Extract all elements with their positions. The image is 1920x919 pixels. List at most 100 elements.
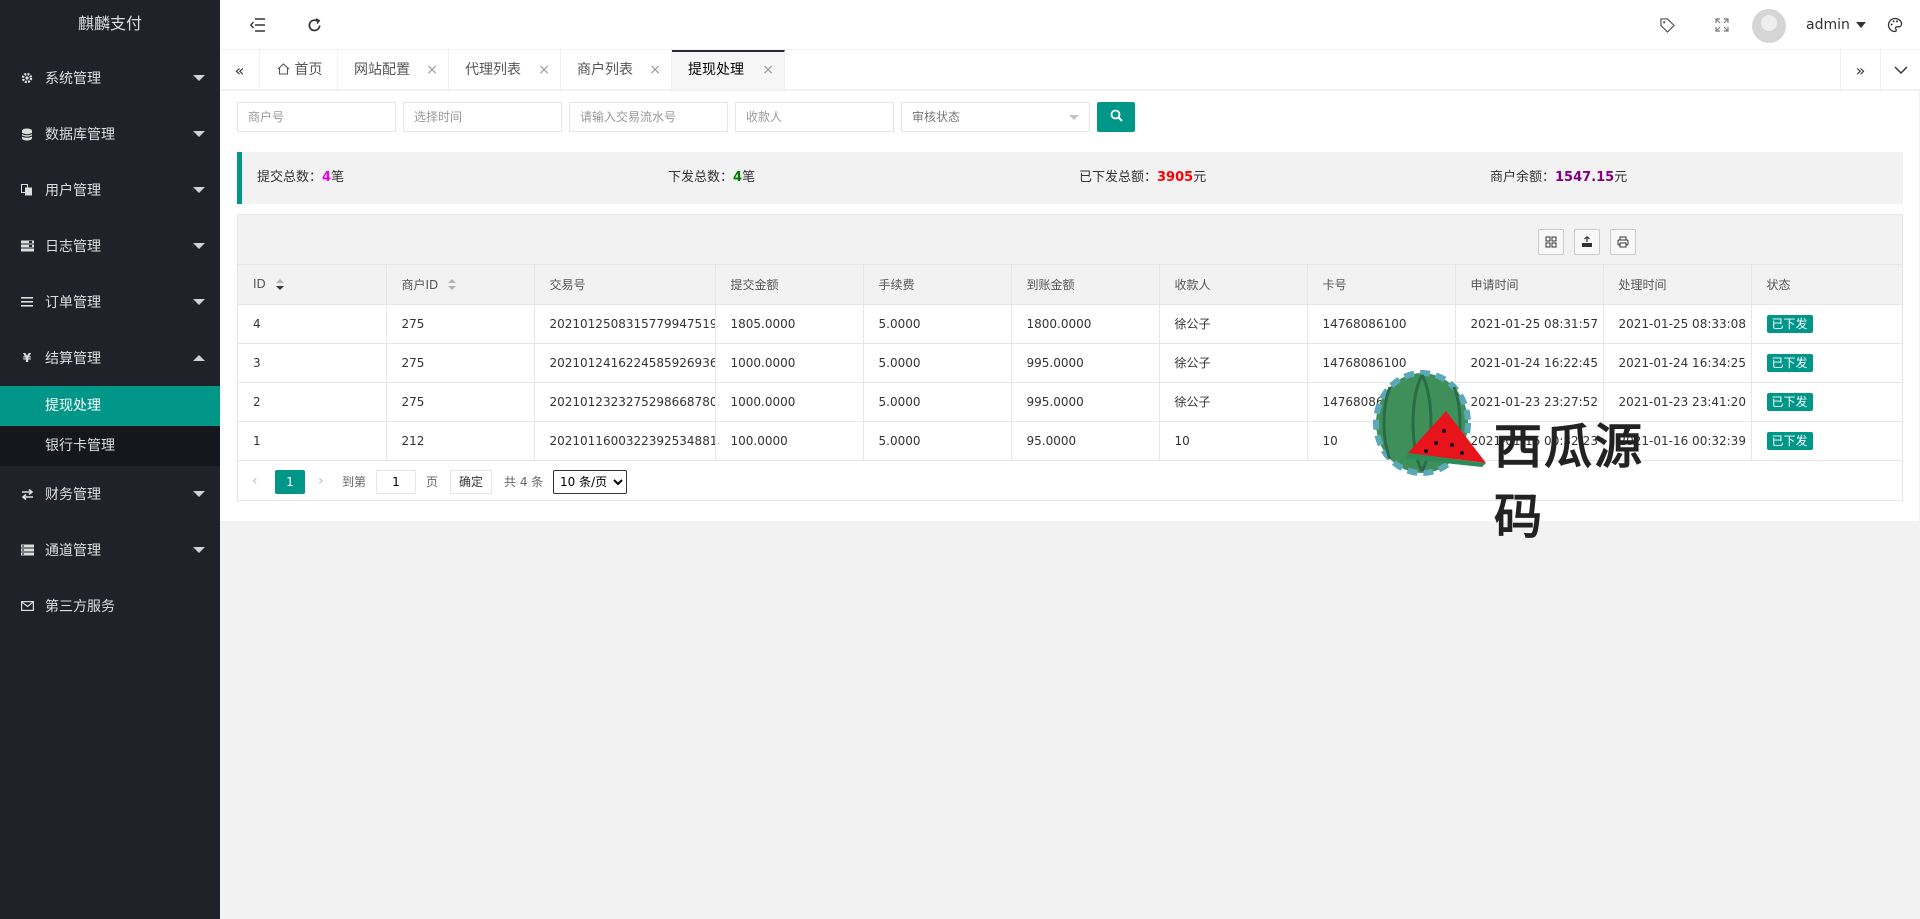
status-select[interactable]: 审核状态 <box>901 102 1090 132</box>
tab-home[interactable]: 首页 <box>261 50 338 90</box>
watermark-logo: 西瓜源码 <box>1370 367 1690 545</box>
close-icon[interactable]: × <box>762 52 774 88</box>
print-icon[interactable] <box>1610 229 1636 255</box>
status-badge: 已下发 <box>1766 392 1813 411</box>
stat-issued-amount: 已下发总额：3905元 <box>1079 152 1206 204</box>
close-icon[interactable]: × <box>538 50 550 90</box>
column-header: 收款人 <box>1159 265 1308 305</box>
time-input[interactable] <box>403 102 562 132</box>
sidebar-item-label: 第三方服务 <box>45 599 115 615</box>
chevron-down-icon <box>193 75 205 81</box>
table-cell: 275 <box>386 382 535 422</box>
table-cell: 275 <box>386 304 535 344</box>
tabs-scroll-left-icon[interactable]: « <box>220 50 260 90</box>
sort-icon[interactable] <box>275 278 284 291</box>
tab-merchant-list[interactable]: 商户列表 × <box>561 50 672 90</box>
serial-input[interactable] <box>569 102 728 132</box>
payee-input[interactable] <box>735 102 894 132</box>
total-count: 共 4 条 <box>504 474 544 489</box>
sidebar-item-channels[interactable]: 通道管理 <box>0 522 220 578</box>
page-number-current[interactable]: 1 <box>275 469 305 494</box>
table-cell: 275 <box>386 343 535 383</box>
tabs-scroll-right-icon[interactable]: » <box>1840 50 1880 90</box>
table-cell: 2 <box>238 382 387 422</box>
top-header: admin <box>220 0 1920 50</box>
column-filter-icon[interactable] <box>1538 229 1564 255</box>
page-size-select[interactable]: 10 条/页 <box>553 469 627 494</box>
sidebar-item-logs[interactable]: 日志管理 <box>0 218 220 274</box>
page-tabs: « 首页 网站配置 × 代理列表 × 商户列表 × 提现处理 × » <box>220 50 1920 90</box>
menu-toggle-icon[interactable] <box>233 0 283 50</box>
column-header: 状态 <box>1751 265 1902 305</box>
stat-issued-count: 下发总数：4笔 <box>668 152 755 204</box>
table-cell: 5.0000 <box>863 304 1012 344</box>
sidebar-item-system[interactable]: 系统管理 <box>0 50 220 106</box>
caret-down-icon <box>1855 22 1866 28</box>
sort-icon[interactable] <box>448 279 457 291</box>
summary-bar: 提交总数：4笔 下发总数：4笔 已下发总额：3905元 商户余额：1547.15… <box>237 152 1903 204</box>
search-button[interactable] <box>1097 102 1135 132</box>
merchant-input[interactable] <box>237 102 396 132</box>
sidebar-item-label: 财务管理 <box>45 487 101 503</box>
sidebar-subitem-bank-cards[interactable]: 银行卡管理 <box>0 426 220 466</box>
table-cell: 3 <box>238 343 387 383</box>
goto-page-input[interactable] <box>376 469 416 494</box>
sidebar-item-finance[interactable]: 财务管理 <box>0 466 220 522</box>
sidebar-item-users[interactable]: 用户管理 <box>0 162 220 218</box>
tab-label: 代理列表 <box>465 62 521 78</box>
sidebar-item-settlement[interactable]: ¥ 结算管理 <box>0 330 220 386</box>
goto-confirm-button[interactable]: 确定 <box>450 469 493 494</box>
settlement-submenu: 提现处理 银行卡管理 <box>0 386 220 466</box>
sidebar-item-database[interactable]: 数据库管理 <box>0 106 220 162</box>
tab-label: 网站配置 <box>354 62 410 78</box>
stat-submit-count: 提交总数：4笔 <box>257 152 344 204</box>
prev-page-icon[interactable]: ‹ <box>252 470 258 492</box>
table-cell: 5.0000 <box>863 382 1012 422</box>
tab-agent-list[interactable]: 代理列表 × <box>449 50 561 90</box>
table-cell: 已下发 <box>1751 304 1902 344</box>
channel-icon <box>20 543 34 557</box>
tab-site-config[interactable]: 网站配置 × <box>338 50 449 90</box>
fullscreen-icon[interactable] <box>1697 0 1747 50</box>
tabs-menu-chevron-down-icon[interactable] <box>1880 50 1920 90</box>
export-icon[interactable] <box>1574 229 1600 255</box>
sidebar-item-third-party[interactable]: 第三方服务 <box>0 578 220 634</box>
app-logo[interactable]: 麒麟支付 <box>0 0 220 50</box>
close-icon[interactable]: × <box>649 50 661 90</box>
stat-merchant-balance: 商户余额：1547.15元 <box>1490 152 1627 204</box>
chevron-down-icon <box>193 243 205 249</box>
stat-unit: 元 <box>1193 170 1207 185</box>
chevron-down-icon <box>193 491 205 497</box>
theme-palette-icon[interactable] <box>1870 0 1920 50</box>
table-cell: 1805.0000 <box>715 304 864 344</box>
table-cell: 5.0000 <box>863 421 1012 461</box>
tab-withdrawal[interactable]: 提现处理 × <box>672 50 785 90</box>
stat-value: 4 <box>322 170 332 185</box>
stat-unit: 元 <box>1614 170 1628 185</box>
column-header[interactable]: ID <box>238 265 387 305</box>
table-cell: 14768086100 <box>1307 304 1456 344</box>
table-cell: 10 <box>1159 421 1308 461</box>
column-header: 到账金额 <box>1011 265 1160 305</box>
home-icon <box>277 62 294 78</box>
tag-icon[interactable] <box>1642 0 1692 50</box>
column-title: 商户ID <box>401 277 439 292</box>
sidebar-subitem-withdrawal[interactable]: 提现处理 <box>0 386 220 426</box>
goto-label: 到第 <box>342 474 367 489</box>
avatar[interactable] <box>1752 9 1786 43</box>
user-menu[interactable]: admin <box>1806 0 1866 50</box>
table-row[interactable]: 4 275 202101250831577994751​9 1805.0000 … <box>238 304 1902 344</box>
column-header: 申请时间 <box>1455 265 1604 305</box>
sidebar-item-label: 系统管理 <box>45 71 101 87</box>
refresh-icon[interactable] <box>289 0 339 50</box>
chevron-down-icon <box>193 131 205 137</box>
column-header[interactable]: 商户ID <box>386 265 535 305</box>
close-icon[interactable]: × <box>426 50 438 90</box>
table-cell: 20210123232752986687​80 <box>534 382 716 422</box>
sidebar-item-orders[interactable]: 订单管理 <box>0 274 220 330</box>
next-page-icon[interactable]: › <box>318 470 324 492</box>
table-cell: 徐公子 <box>1159 343 1308 383</box>
column-header: 手续费 <box>863 265 1012 305</box>
chevron-down-icon <box>193 187 205 193</box>
chevron-down-icon <box>193 299 205 305</box>
